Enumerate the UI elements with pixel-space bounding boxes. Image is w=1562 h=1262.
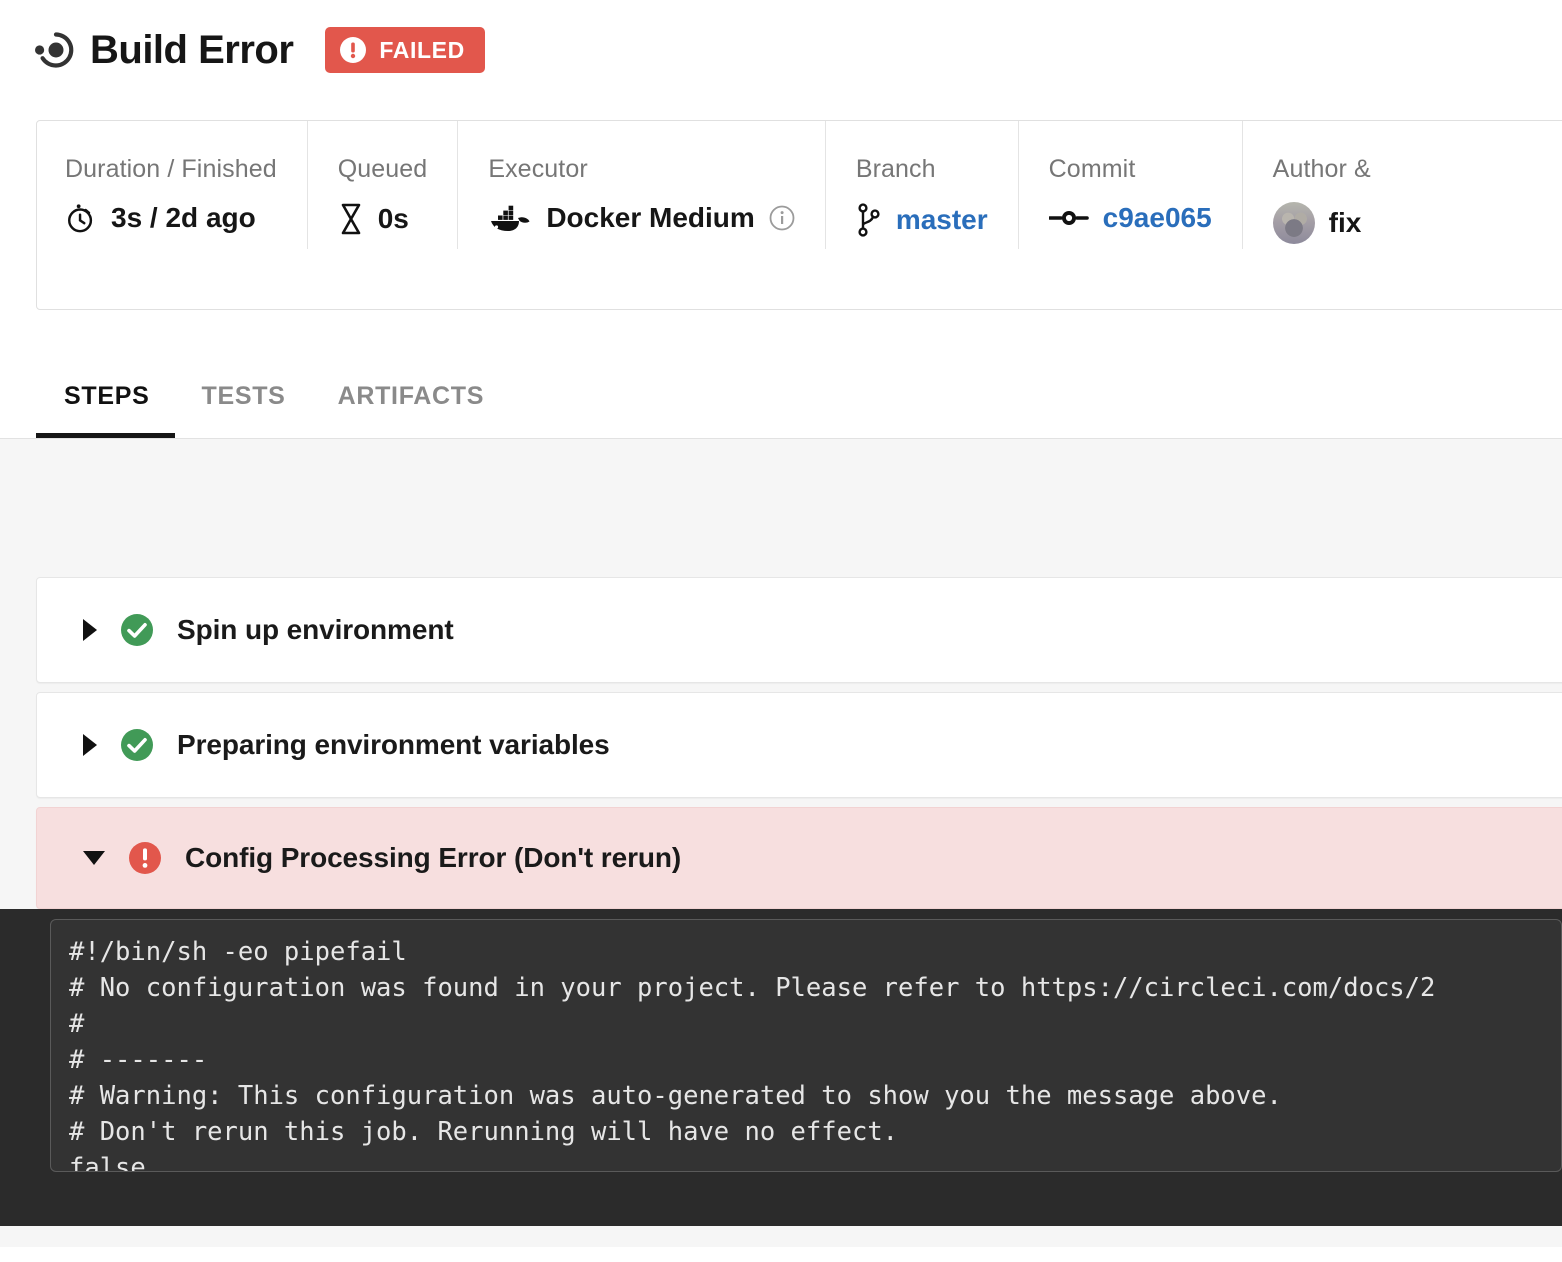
console-line: # ------- — [69, 1045, 208, 1075]
console-output-box[interactable]: #!/bin/sh -eo pipefail # No configuratio… — [50, 919, 1562, 1172]
console-output-panel: #!/bin/sh -eo pipefail # No configuratio… — [0, 909, 1562, 1226]
console-line: # Don't rerun this job. Rerunning will h… — [69, 1117, 899, 1147]
console-line: #!/bin/sh -eo pipefail — [69, 937, 407, 967]
step-card-config-processing-error: Config Processing Error (Don't rerun) — [36, 807, 1562, 909]
check-circle-icon — [119, 612, 155, 648]
meta-value-executor-text: Docker Medium — [546, 202, 755, 233]
caret-right-icon[interactable] — [83, 619, 97, 641]
step-title: Preparing environment variables — [177, 729, 610, 760]
step-card-spin-up-environment: Spin up environment — [36, 577, 1562, 683]
info-circle-icon[interactable] — [769, 205, 795, 231]
meta-label-duration: Duration / Finished — [65, 155, 277, 183]
circleci-logo-icon — [34, 29, 76, 71]
branch-link[interactable]: master — [896, 204, 988, 236]
meta-label-branch: Branch — [855, 155, 936, 183]
meta-label-queued: Queued — [337, 155, 428, 183]
meta-cell-branch: Branch master — [826, 121, 1019, 249]
console-line: false — [69, 1153, 146, 1172]
tab-tests[interactable]: TESTS — [175, 382, 311, 438]
caret-down-icon[interactable] — [83, 851, 105, 865]
step-header[interactable]: Spin up environment — [37, 578, 1562, 682]
steps-list: Spin up environment Preparing environmen… — [0, 439, 1562, 1247]
console-line: # — [69, 1009, 85, 1039]
meta-cell-commit: Commit c9ae065 — [1019, 121, 1243, 249]
meta-cell-author: Author & fix — [1243, 121, 1401, 249]
console-line: # Warning: This configuration was auto-g… — [69, 1081, 1282, 1111]
meta-value-queued: 0s — [338, 202, 428, 236]
meta-label-author: Author & — [1272, 155, 1371, 183]
build-meta-panel: Duration / Finished 3s / 2d ago Queued 0… — [36, 120, 1562, 310]
meta-value-commit: c9ae065 — [1048, 202, 1212, 234]
status-badge-label: FAILED — [379, 36, 465, 63]
step-title: Config Processing Error (Don't rerun) — [185, 842, 682, 873]
meta-value-branch: master — [856, 202, 988, 238]
page-header: Build Error FAILED — [0, 0, 1562, 82]
step-header[interactable]: Config Processing Error (Don't rerun) — [37, 808, 1562, 908]
tab-artifacts[interactable]: ARTIFACTS — [312, 382, 511, 438]
meta-value-author-text: fix — [1328, 207, 1362, 238]
step-card-preparing-environment-variables: Preparing environment variables — [36, 692, 1562, 798]
stopwatch-icon — [65, 202, 97, 234]
meta-value-executor: Docker Medium — [488, 202, 795, 234]
step-title: Spin up environment — [177, 614, 454, 645]
meta-value-duration: 3s / 2d ago — [65, 202, 277, 234]
meta-value-duration-text: 3s / 2d ago — [111, 202, 256, 233]
meta-value-queued-text: 0s — [377, 203, 409, 234]
error-exclamation-icon — [339, 36, 367, 64]
tab-bar: STEPS TESTS ARTIFACTS — [36, 368, 1562, 438]
tab-steps[interactable]: STEPS — [36, 382, 176, 438]
git-branch-icon — [856, 202, 882, 238]
error-exclamation-icon — [127, 840, 163, 876]
avatar — [1272, 202, 1315, 244]
step-header[interactable]: Preparing environment variables — [37, 693, 1562, 797]
console-line: # No configuration was found in your pro… — [69, 973, 1436, 1003]
git-commit-icon — [1048, 207, 1089, 229]
meta-cell-duration: Duration / Finished 3s / 2d ago — [37, 121, 308, 249]
page-title: Build Error — [90, 27, 294, 72]
caret-right-icon[interactable] — [83, 734, 97, 756]
meta-value-author: fix — [1272, 202, 1371, 244]
check-circle-icon — [119, 727, 155, 763]
meta-label-commit: Commit — [1048, 155, 1136, 183]
hourglass-icon — [338, 202, 364, 236]
commit-link[interactable]: c9ae065 — [1103, 202, 1212, 234]
meta-label-executor: Executor — [488, 155, 588, 183]
status-badge: FAILED — [325, 27, 485, 73]
docker-whale-icon — [488, 203, 532, 233]
meta-cell-executor: Executor Docker Medium — [458, 121, 826, 249]
meta-cell-queued: Queued 0s — [308, 121, 459, 249]
